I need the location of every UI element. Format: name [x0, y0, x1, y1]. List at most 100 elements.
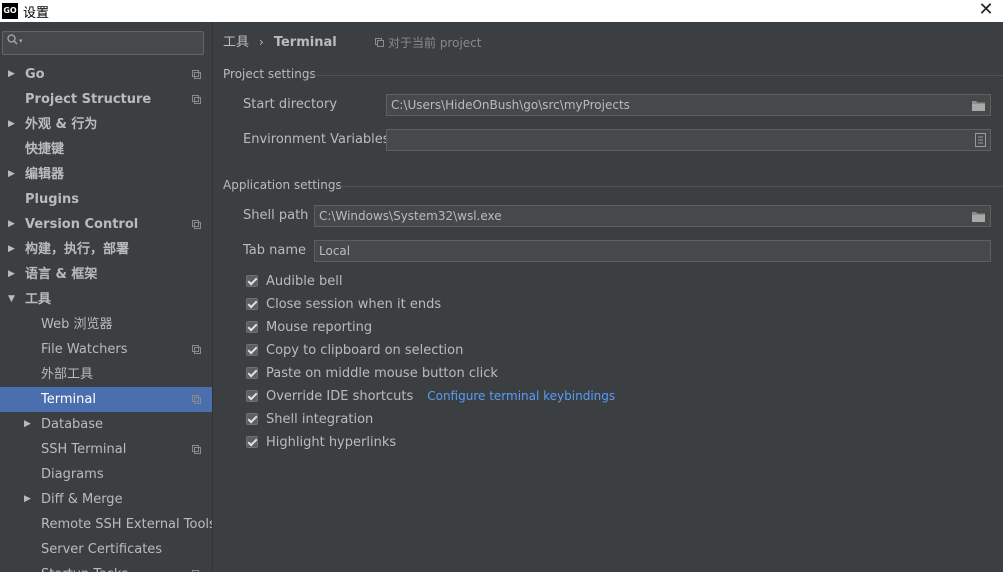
collapsed-arrow-icon[interactable]: ▶ [8, 212, 15, 237]
sidebar-item-diagrams[interactable]: Diagrams [0, 462, 212, 487]
sidebar-item-go[interactable]: ▶ Go [0, 62, 212, 87]
project-level-icon [192, 70, 201, 79]
checkbox-label: Mouse reporting [266, 319, 373, 335]
sidebar-item-label: Version Control [25, 217, 139, 232]
sidebar-item-item-12[interactable]: 外部工具 [0, 362, 212, 387]
close-session-when-it-ends-checkbox[interactable]: Close session when it ends [246, 295, 441, 313]
checkbox-label: Highlight hyperlinks [266, 434, 397, 450]
collapsed-arrow-icon[interactable]: ▶ [8, 262, 15, 287]
collapsed-arrow-icon[interactable]: ▶ [8, 62, 15, 87]
sidebar-item-label: 编辑器 [25, 167, 65, 182]
checkbox-checked-icon[interactable] [246, 344, 258, 356]
sidebar-item-label: Diagrams [41, 467, 104, 482]
sidebar-item-label: Terminal [41, 392, 96, 407]
sidebar-item-label: 构建，执行，部署 [25, 242, 130, 257]
start-directory-label: Start directory [243, 97, 338, 112]
folder-browse-icon[interactable] [971, 98, 986, 115]
shell-integration-checkbox[interactable]: Shell integration [246, 410, 373, 428]
sidebar-item-item-7[interactable]: ▶ 构建，执行，部署 [0, 237, 212, 262]
sidebar-item-item-2[interactable]: ▶ 外观 & 行为 [0, 112, 212, 137]
search-options-chevron-icon[interactable]: ▾ [19, 37, 23, 45]
settings-search-input[interactable]: ▾ [2, 31, 204, 55]
settings-tree: ▶ Go Project Structure ▶ 外观 & 行为 快捷键 ▶ 编辑器 Plugi… [0, 62, 212, 572]
sidebar-item-version-control[interactable]: ▶ Version Control [0, 212, 212, 237]
collapsed-arrow-icon[interactable]: ▶ [8, 112, 15, 137]
mouse-reporting-checkbox[interactable]: Mouse reporting [246, 318, 372, 336]
collapsed-arrow-icon[interactable]: ▶ [8, 162, 15, 187]
checkbox-checked-icon[interactable] [246, 298, 258, 310]
sidebar-item-label: 语言 & 框架 [25, 267, 98, 282]
breadcrumb-current: Terminal [273, 35, 337, 50]
expanded-arrow-icon[interactable]: ▼ [8, 287, 15, 312]
search-icon [7, 34, 18, 48]
configure-keybindings-link[interactable]: Configure terminal keybindings [427, 389, 615, 403]
collapsed-arrow-icon[interactable]: ▶ [24, 412, 31, 437]
sidebar-item-web[interactable]: Web 浏览器 [0, 312, 212, 337]
sidebar-item-label: Database [41, 417, 104, 432]
checkbox-label: Audible bell [266, 273, 343, 289]
start-directory-value: C:\Users\HideOnBush\go\src\myProjects [391, 98, 630, 112]
checkbox-checked-icon[interactable] [246, 413, 258, 425]
sidebar-item-item-8[interactable]: ▶ 语言 & 框架 [0, 262, 212, 287]
environment-variables-label: Environment Variables [243, 132, 390, 147]
sidebar-item-startup-tasks[interactable]: Startup Tasks [0, 562, 212, 572]
checkbox-checked-icon[interactable] [246, 436, 258, 448]
sidebar-item-database[interactable]: ▶ Database [0, 412, 212, 437]
checkbox-checked-icon[interactable] [246, 321, 258, 333]
breadcrumb-parent[interactable]: 工具 [223, 35, 249, 50]
checkbox-checked-icon[interactable] [246, 390, 258, 402]
close-icon[interactable]: ✕ [975, 0, 997, 22]
sidebar-item-label: Startup Tasks [41, 562, 128, 572]
sidebar-item-ssh-terminal[interactable]: SSH Terminal [0, 437, 212, 462]
environment-variables-field[interactable] [386, 129, 991, 151]
checkbox-label: Paste on middle mouse button click [266, 365, 498, 381]
window-title: 设置 [23, 5, 50, 21]
checkbox-checked-icon[interactable] [246, 367, 258, 379]
shell-path-label: Shell path [243, 208, 309, 223]
sidebar-item-label: File Watchers [41, 342, 128, 357]
settings-sidebar: ▾ ▶ Go Project Structure ▶ 外观 & 行为 快捷键 ▶ 编辑器 Plu… [0, 22, 213, 572]
collapsed-arrow-icon[interactable]: ▶ [24, 487, 31, 512]
highlight-hyperlinks-checkbox[interactable]: Highlight hyperlinks [246, 433, 396, 451]
sidebar-item-label: Server Certificates [41, 542, 163, 557]
sidebar-item-label: 外观 & 行为 [25, 117, 98, 132]
sidebar-item-label: Go [25, 67, 45, 82]
copy-to-clipboard-on-selection-checkbox[interactable]: Copy to clipboard on selection [246, 341, 463, 359]
sidebar-item-label: Project Structure [25, 92, 152, 107]
shell-path-field[interactable]: C:\Windows\System32\wsl.exe [314, 205, 991, 227]
audible-bell-checkbox[interactable]: Audible bell [246, 272, 342, 290]
sidebar-item-item-9[interactable]: ▼ 工具 [0, 287, 212, 312]
sidebar-item-project-structure[interactable]: Project Structure [0, 87, 212, 112]
terminal-settings-panel: 工具 › Terminal 对于当前 project Project setting… [213, 22, 1003, 572]
sidebar-item-item-4[interactable]: ▶ 编辑器 [0, 162, 212, 187]
sidebar-item-label: Remote SSH External Tools [41, 517, 213, 532]
collapsed-arrow-icon[interactable]: ▶ [8, 237, 15, 262]
checkbox-label: Close session when it ends [266, 296, 442, 312]
sidebar-item-label: 工具 [25, 292, 52, 307]
paste-on-middle-mouse-button-click-checkbox[interactable]: Paste on middle mouse button click [246, 364, 498, 382]
checkbox-label: Override IDE shortcuts [266, 388, 414, 404]
sidebar-item-diff-merge[interactable]: ▶ Diff & Merge [0, 487, 212, 512]
tab-name-label: Tab name [243, 243, 307, 258]
sidebar-item-plugins[interactable]: Plugins [0, 187, 212, 212]
tab-name-field[interactable]: Local [314, 240, 991, 262]
checkbox-checked-icon[interactable] [246, 275, 258, 287]
start-directory-field[interactable]: C:\Users\HideOnBush\go\src\myProjects [386, 94, 991, 116]
checkbox-label: Shell integration [266, 411, 374, 427]
sidebar-item-server-certificates[interactable]: Server Certificates [0, 537, 212, 562]
shell-path-value: C:\Windows\System32\wsl.exe [319, 209, 502, 223]
goland-app-icon: GO [2, 3, 18, 19]
folder-browse-icon[interactable] [971, 209, 986, 226]
sidebar-item-remote-ssh-external-tools[interactable]: Remote SSH External Tools [0, 512, 212, 537]
edit-document-icon[interactable] [975, 133, 986, 150]
sidebar-item-terminal[interactable]: Terminal [0, 387, 212, 412]
override-ide-shortcuts-checkbox[interactable]: Override IDE shortcuts Configure terminal… [246, 387, 615, 405]
sidebar-item-item-3[interactable]: 快捷键 [0, 137, 212, 162]
scope-note: 对于当前 project [375, 34, 481, 51]
sidebar-item-label: Diff & Merge [41, 492, 123, 507]
sidebar-item-label: SSH Terminal [41, 442, 127, 457]
project-settings-divider [314, 75, 1003, 76]
sidebar-item-file-watchers[interactable]: File Watchers [0, 337, 212, 362]
project-level-icon [192, 95, 201, 104]
sidebar-item-label: 外部工具 [41, 367, 94, 382]
